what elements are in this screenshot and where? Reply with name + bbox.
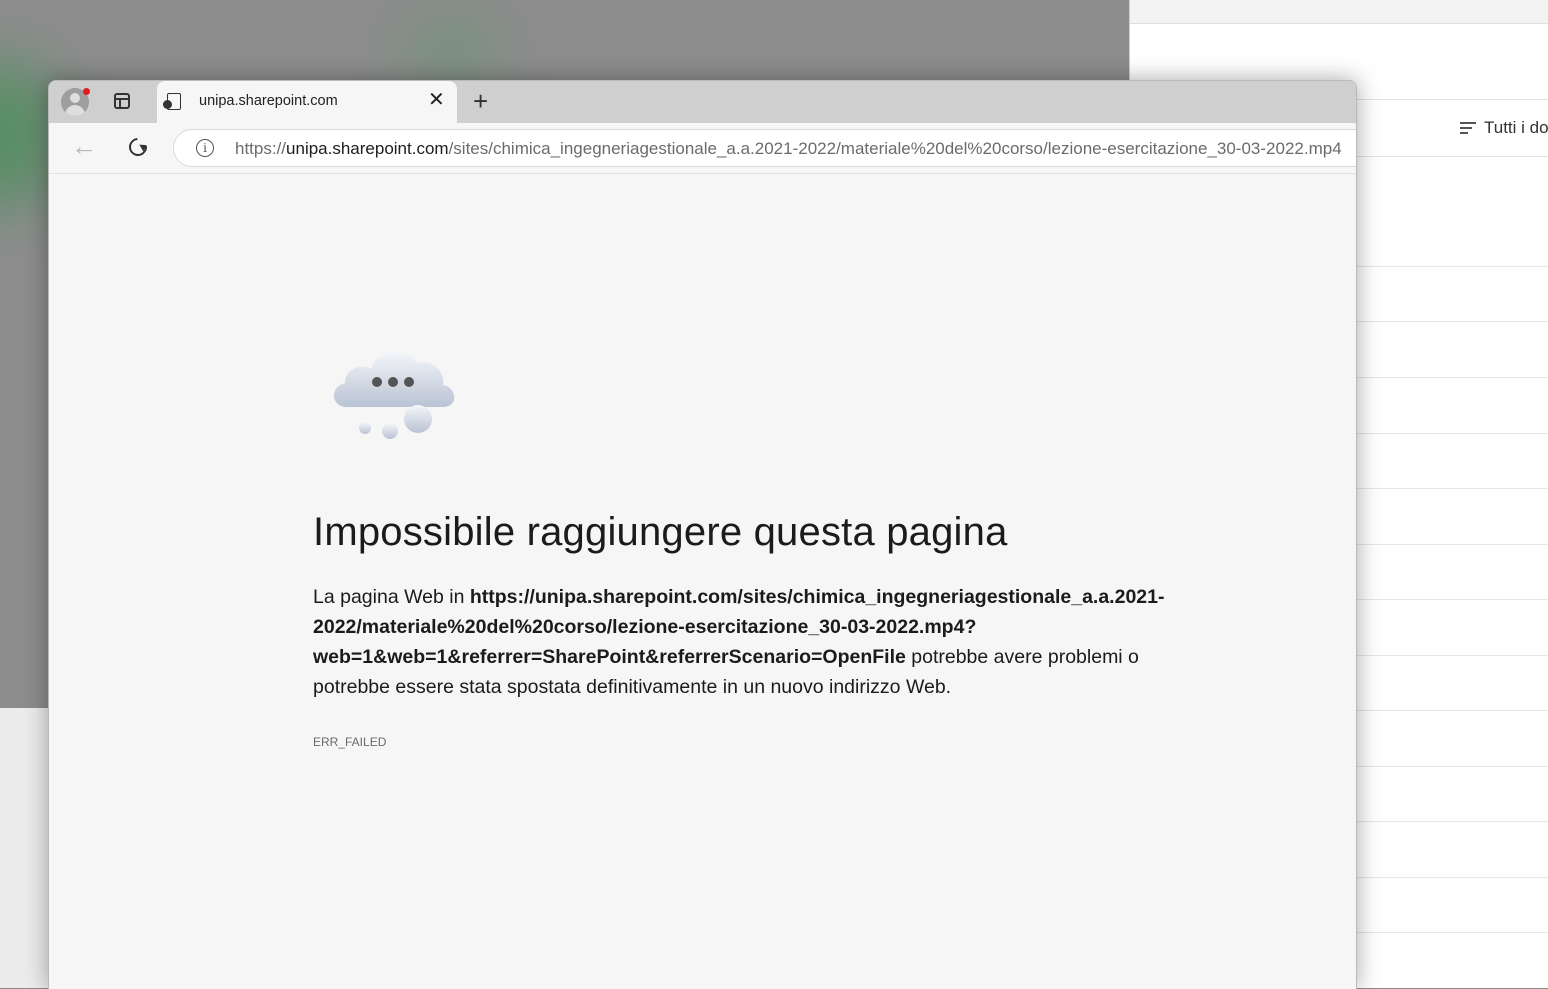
background-decoration — [400, 20, 500, 80]
url-path: /sites/chimica_ingegneriagestionale_a.a.… — [448, 139, 1342, 158]
url-prefix: https:// — [235, 139, 287, 158]
close-icon[interactable]: ✕ — [428, 90, 445, 110]
browser-toolbar: ← i https://unipa.sharepoint.com/sites/c… — [49, 123, 1356, 174]
browser-window: unipa.sharepoint.com ✕ + ← i https://uni… — [48, 80, 1357, 989]
error-code: ERR_FAILED — [313, 735, 387, 749]
notification-dot-icon — [83, 88, 90, 95]
new-tab-button[interactable]: + — [473, 87, 488, 115]
file-error-icon — [163, 93, 181, 110]
info-icon[interactable]: i — [196, 139, 214, 157]
url-host: unipa.sharepoint.com — [286, 139, 449, 158]
error-title: Impossibile raggiungere questa pagina — [313, 510, 1008, 554]
tab-strip: unipa.sharepoint.com ✕ + — [49, 81, 1356, 123]
sharepoint-topbar — [1130, 0, 1548, 24]
tab-active[interactable]: unipa.sharepoint.com ✕ — [157, 81, 457, 123]
cloud-thinking-icon — [333, 351, 455, 439]
vertical-tabs-icon[interactable] — [114, 93, 130, 109]
error-description: La pagina Web in https://unipa.sharepoin… — [313, 582, 1193, 702]
url-text[interactable]: https://unipa.sharepoint.com/sites/chimi… — [235, 139, 1342, 159]
back-arrow-icon[interactable]: ← — [71, 131, 97, 161]
tab-title: unipa.sharepoint.com — [199, 93, 338, 109]
error-page: Impossibile raggiungere questa pagina La… — [49, 174, 1356, 989]
address-bar[interactable]: i https://unipa.sharepoint.com/sites/chi… — [173, 129, 1356, 167]
filter-label: Tutti i do — [1484, 118, 1548, 137]
reload-icon[interactable] — [125, 134, 151, 160]
filter-all-documents[interactable]: Tutti i do — [1460, 118, 1548, 138]
error-body-prefix: La pagina Web in — [313, 586, 470, 608]
filter-lines-icon — [1460, 122, 1476, 134]
